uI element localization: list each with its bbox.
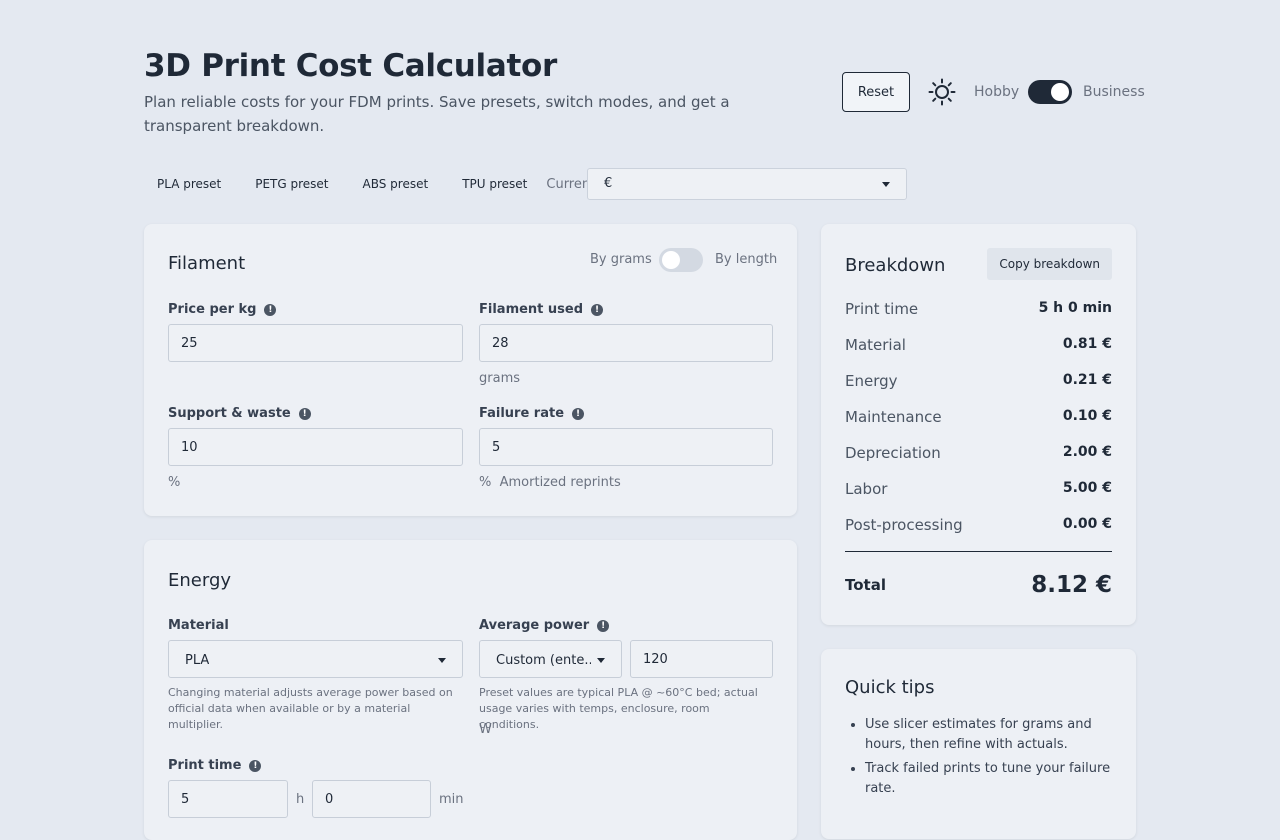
material-label: Material xyxy=(168,618,229,633)
page-title: 3D Print Cost Calculator xyxy=(144,48,558,84)
breakdown-row-value: 0.21 € xyxy=(1062,372,1112,388)
info-icon[interactable]: ! xyxy=(597,619,610,632)
preset-pla-button[interactable]: PLA preset xyxy=(144,177,234,191)
breakdown-row-value: 0.81 € xyxy=(1062,336,1112,352)
breakdown-row: Depreciation 2.00 € xyxy=(845,444,1112,464)
power-mode-select[interactable]: Custom (ente... xyxy=(479,640,622,678)
theme-sun-icon[interactable] xyxy=(928,78,956,106)
support-waste-text: Support & waste xyxy=(168,406,291,421)
quick-tips-title: Quick tips xyxy=(845,677,935,698)
toggle-label-length: By length xyxy=(715,252,778,267)
breakdown-row-value: 0.10 € xyxy=(1062,408,1112,424)
filament-unit-toggle[interactable] xyxy=(659,248,703,272)
price-per-kg-input[interactable] xyxy=(168,324,463,362)
price-per-kg-text: Price per kg xyxy=(168,302,257,317)
reset-button[interactable]: Reset xyxy=(842,72,910,112)
average-power-text: Average power xyxy=(479,618,590,633)
preset-tpu-button[interactable]: TPU preset xyxy=(441,177,540,191)
material-text: Material xyxy=(168,618,229,633)
average-power-label: Average power ! xyxy=(479,618,610,633)
info-icon[interactable]: ! xyxy=(298,407,311,420)
breakdown-row: Energy 0.21 € xyxy=(845,372,1112,392)
breakdown-title: Breakdown xyxy=(845,255,946,276)
mode-label-business: Business xyxy=(1083,84,1145,100)
support-waste-unit: % xyxy=(168,475,181,490)
quick-tips-list: Use slicer estimates for grams and hours… xyxy=(845,715,1131,803)
breakdown-row: Post-processing 0.00 € xyxy=(845,516,1112,536)
power-mode-value: Custom (ente... xyxy=(496,653,591,668)
breakdown-row-value: 0.00 € xyxy=(1062,516,1112,532)
info-icon[interactable]: ! xyxy=(264,303,277,316)
filament-used-label: Filament used ! xyxy=(479,302,604,317)
average-power-hint: Preset values are typical PLA @ ~60°C be… xyxy=(479,686,758,731)
chevron-down-icon xyxy=(438,658,446,663)
breakdown-row-label: Print time xyxy=(845,300,919,318)
breakdown-row: Maintenance 0.10 € xyxy=(845,408,1112,428)
average-power-input[interactable] xyxy=(630,640,773,678)
support-waste-input[interactable] xyxy=(168,428,463,466)
breakdown-row: Print time 5 h 0 min xyxy=(845,300,1112,320)
filament-card: Filament By grams By length Price per kg… xyxy=(144,224,797,516)
mode-toggle[interactable] xyxy=(1028,80,1072,104)
print-time-minutes-input[interactable] xyxy=(312,780,431,818)
list-item: Track failed prints to tune your failure… xyxy=(865,759,1131,799)
filament-used-unit: grams xyxy=(479,371,520,386)
print-time-label: Print time ! xyxy=(168,758,262,773)
price-per-kg-label: Price per kg ! xyxy=(168,302,277,317)
breakdown-row-label: Labor xyxy=(845,480,888,498)
breakdown-row-value: 2.00 € xyxy=(1062,444,1112,460)
breakdown-row-label: Depreciation xyxy=(845,444,941,462)
breakdown-row-label: Maintenance xyxy=(845,408,942,426)
chevron-down-icon xyxy=(597,658,605,663)
breakdown-row: Material 0.81 € xyxy=(845,336,1112,356)
breakdown-row-value: 5.00 € xyxy=(1062,480,1112,496)
info-icon[interactable]: ! xyxy=(572,407,585,420)
failure-rate-input[interactable] xyxy=(479,428,773,466)
material-select[interactable]: PLA xyxy=(168,640,463,678)
breakdown-row: Labor 5.00 € xyxy=(845,480,1112,500)
mode-toggle-knob xyxy=(1051,83,1069,101)
breakdown-total-value: 8.12 € xyxy=(1031,572,1112,598)
preset-abs-button[interactable]: ABS preset xyxy=(342,177,442,191)
filament-used-text: Filament used xyxy=(479,302,584,317)
breakdown-total-label: Total xyxy=(845,576,886,594)
breakdown-row-label: Post-processing xyxy=(845,516,963,534)
info-icon[interactable]: ! xyxy=(249,759,262,772)
breakdown-total-row: Total 8.12 € xyxy=(845,572,1112,598)
material-hint: Changing material adjusts average power … xyxy=(168,686,453,731)
print-time-hours-input[interactable] xyxy=(168,780,288,818)
preset-petg-button[interactable]: PETG preset xyxy=(234,177,341,191)
list-item: Use slicer estimates for grams and hours… xyxy=(865,715,1131,755)
quick-tips-card: Quick tips Use slicer estimates for gram… xyxy=(821,649,1136,839)
energy-card: Energy Material PLA Changing material ad… xyxy=(144,540,797,840)
currency-value: € xyxy=(604,176,613,191)
support-waste-label: Support & waste ! xyxy=(168,406,311,421)
material-value: PLA xyxy=(185,653,210,668)
breakdown-row-value: 5 h 0 min xyxy=(1038,300,1112,316)
filament-used-input[interactable] xyxy=(479,324,773,362)
currency-select[interactable]: € xyxy=(587,168,907,200)
failure-rate-label: Failure rate ! xyxy=(479,406,585,421)
mode-label-hobby: Hobby xyxy=(974,84,1020,100)
energy-title: Energy xyxy=(168,570,232,591)
filament-unit-toggle-knob xyxy=(662,251,680,269)
breakdown-card: Breakdown Copy breakdown Print time 5 h … xyxy=(821,224,1136,625)
chevron-down-icon xyxy=(882,182,890,187)
average-power-unit: W xyxy=(479,722,492,737)
failure-rate-text: Failure rate xyxy=(479,406,565,421)
toggle-label-grams: By grams xyxy=(590,252,652,267)
page-subtitle: Plan reliable costs for your FDM prints.… xyxy=(144,93,730,135)
print-time-text: Print time xyxy=(168,758,242,773)
preset-bar: PLA preset PETG preset ABS preset TPU pr… xyxy=(144,168,907,200)
breakdown-row-label: Energy xyxy=(845,372,898,390)
filament-title: Filament xyxy=(168,253,246,274)
info-icon[interactable]: ! xyxy=(591,303,604,316)
breakdown-row-label: Material xyxy=(845,336,906,354)
breakdown-divider xyxy=(845,551,1112,552)
copy-breakdown-button[interactable]: Copy breakdown xyxy=(987,248,1112,280)
failure-rate-unit: % Amortized reprints xyxy=(479,475,621,490)
